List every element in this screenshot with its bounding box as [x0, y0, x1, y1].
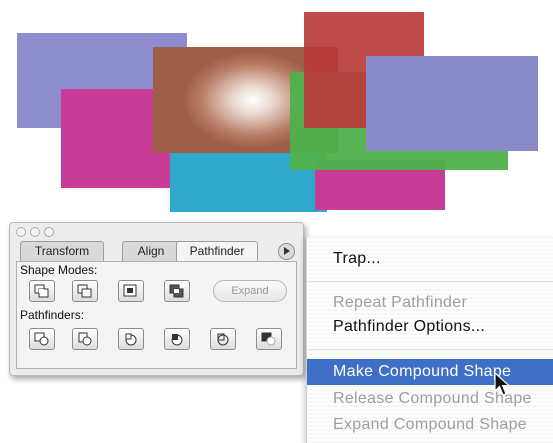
close-button[interactable]	[16, 227, 26, 237]
menu-item-expand-compound-shape[interactable]: Expand Compound Shape	[307, 412, 553, 438]
violet-rect[interactable]	[366, 56, 538, 151]
intersect-shape-areas-icon[interactable]	[118, 280, 144, 302]
outline-icon[interactable]	[210, 328, 236, 350]
trim-icon[interactable]	[72, 328, 98, 350]
expand-button[interactable]: Expand	[213, 280, 287, 302]
tab-transform[interactable]: Transform	[20, 241, 104, 261]
panel-flyout-menu: Trap... Repeat Pathfinder Pathfinder Opt…	[306, 237, 553, 443]
menu-item-make-compound-shape[interactable]: Make Compound Shape	[307, 359, 553, 385]
artwork-canvas	[0, 0, 553, 215]
zoom-button[interactable]	[44, 227, 54, 237]
pathfinder-panel: Transform Align Pathfinder Shape Modes: …	[9, 222, 304, 376]
panel-menu-button[interactable]	[278, 243, 295, 260]
menu-item-trap[interactable]: Trap...	[307, 246, 553, 272]
exclude-overlapping-shape-areas-icon[interactable]	[164, 280, 190, 302]
mouse-cursor-icon	[494, 371, 512, 403]
menu-item-repeat-pathfinder[interactable]: Repeat Pathfinder	[307, 290, 553, 316]
divide-icon[interactable]	[29, 328, 55, 350]
merge-icon[interactable]	[118, 328, 144, 350]
pathfinders-label: Pathfinders:	[20, 308, 85, 322]
minus-back-icon[interactable]	[256, 328, 282, 350]
subtract-from-shape-area-icon[interactable]	[72, 280, 98, 302]
pathfinder-content: Shape Modes: Expand Pathfinders:	[16, 261, 297, 369]
tab-align[interactable]: Align	[122, 241, 180, 261]
add-to-shape-area-icon[interactable]	[29, 280, 55, 302]
tab-pathfinder[interactable]: Pathfinder	[176, 241, 258, 262]
menu-item-pathfinder-options[interactable]: Pathfinder Options...	[307, 314, 553, 340]
menu-item-release-compound-shape[interactable]: Release Compound Shape	[307, 386, 553, 412]
crop-icon[interactable]	[164, 328, 190, 350]
menu-separator	[307, 281, 553, 282]
menu-separator	[307, 349, 553, 350]
panel-titlebar[interactable]	[10, 223, 303, 239]
panel-tabs: Transform Align Pathfinder	[16, 241, 297, 262]
minimize-button[interactable]	[30, 227, 40, 237]
shape-modes-label: Shape Modes:	[20, 263, 98, 277]
